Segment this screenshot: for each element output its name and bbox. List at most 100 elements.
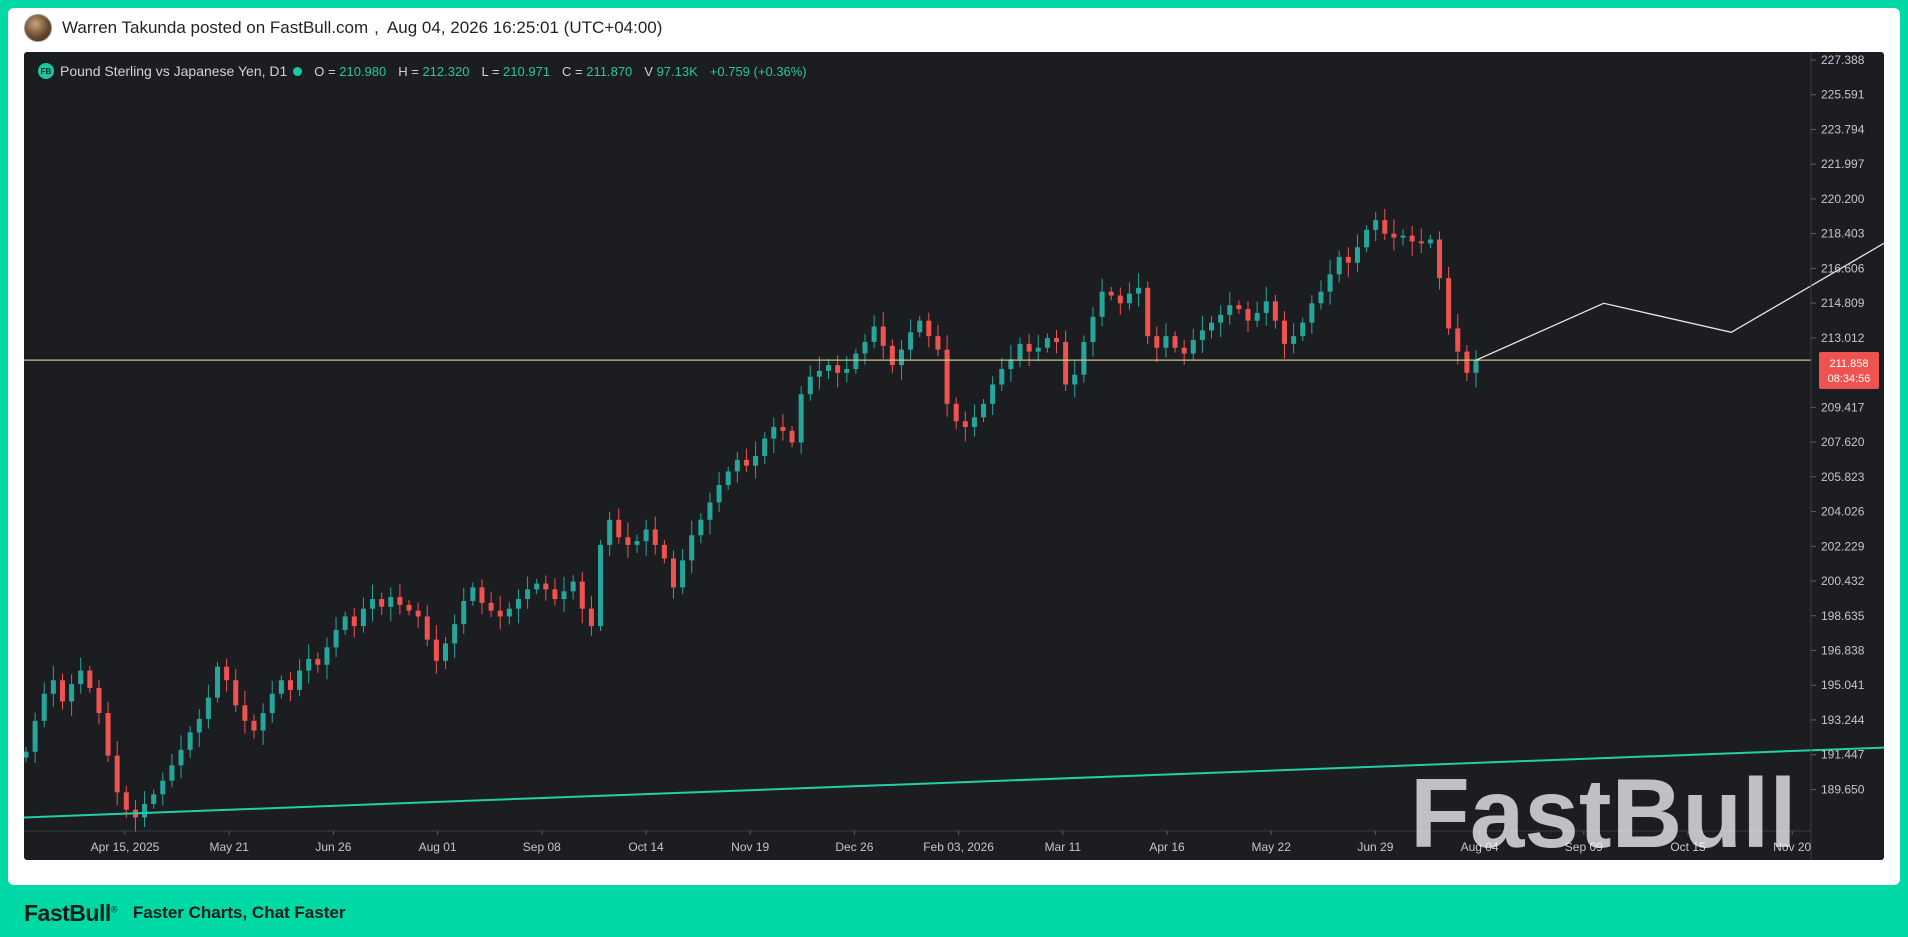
candle-body <box>1026 343 1032 352</box>
time-tick-label: Nov 19 <box>731 840 769 854</box>
author-avatar[interactable] <box>24 14 52 42</box>
price-tick-label: 189.650 <box>1821 782 1865 796</box>
candle-body <box>479 587 485 603</box>
price-tick-label: 225.591 <box>1821 88 1865 102</box>
price-tick-label: 223.794 <box>1821 122 1865 136</box>
candle-body <box>917 320 923 333</box>
candle-body <box>588 608 594 627</box>
candle-body <box>1245 309 1251 321</box>
price-tick-label: 205.823 <box>1821 470 1865 484</box>
candle-body <box>807 376 813 395</box>
price-tick-label: 227.388 <box>1821 53 1865 67</box>
candle-body <box>598 544 604 627</box>
candle-body <box>1218 314 1224 323</box>
footer-tagline: Faster Charts, Chat Faster <box>132 903 346 922</box>
candle-body <box>862 341 868 354</box>
candle-body <box>1117 295 1123 304</box>
candle-body <box>953 403 959 422</box>
candle-body <box>762 438 768 456</box>
candle-body <box>297 670 303 690</box>
candle-body <box>488 602 494 611</box>
candle-body <box>1090 316 1096 342</box>
candle-body <box>315 658 321 665</box>
candle-body <box>1053 338 1060 342</box>
candle-body <box>178 749 184 766</box>
time-tick-label: Jun 29 <box>1357 840 1393 854</box>
candle-body <box>1072 374 1078 385</box>
post-header: Warren Takunda posted on FastBull.com , … <box>24 14 662 42</box>
last-price-tag: 211.858 08:34:56 <box>1819 352 1879 389</box>
candle-body <box>452 624 458 644</box>
candle-body <box>1455 328 1461 352</box>
candle-body <box>643 529 649 542</box>
price-tick-label: 221.997 <box>1821 157 1865 171</box>
candle-body <box>680 560 686 588</box>
price-tick-label: 207.620 <box>1821 435 1865 449</box>
price-tick-label: 196.838 <box>1821 643 1865 657</box>
candle-body <box>1190 340 1196 354</box>
candle-body <box>1409 235 1415 242</box>
candle-body <box>251 720 257 731</box>
time-tick-label: Apr 15, 2025 <box>91 840 160 854</box>
candle-body <box>935 336 941 350</box>
candle-body <box>1008 359 1014 370</box>
time-tick-label: Aug 01 <box>419 840 457 854</box>
candle-body <box>269 693 275 714</box>
candle-body <box>835 365 841 373</box>
candle-body <box>926 320 932 337</box>
price-tick-label: 213.012 <box>1821 331 1865 345</box>
support-trendline[interactable] <box>24 303 1884 819</box>
candle-body <box>506 608 512 617</box>
candle-body <box>59 680 65 702</box>
candle-body <box>707 502 713 520</box>
candle-body <box>1209 322 1215 331</box>
candle-body <box>871 326 877 342</box>
candle-body <box>798 394 804 443</box>
candle-body <box>1364 229 1370 248</box>
candle-body <box>224 666 230 681</box>
candle-body <box>1163 336 1169 348</box>
price-tick-label: 193.244 <box>1821 713 1865 727</box>
candle-body <box>351 616 357 627</box>
candle-body <box>789 430 795 443</box>
ohlc-low: L = 210.971 <box>481 63 551 79</box>
candle-body <box>853 353 859 370</box>
price-chart[interactable]: 227.388 225.591 223.794 221.997 220.200 218.4… <box>24 52 1884 860</box>
fastbull-watermark: FastBull <box>1410 758 1797 860</box>
candle-body <box>1327 274 1333 292</box>
candle-body <box>661 544 667 559</box>
price-tick-label: 220.200 <box>1821 192 1865 206</box>
candle-body <box>990 384 996 404</box>
candle-body <box>1391 233 1397 238</box>
author-line[interactable]: Warren Takunda posted on FastBull.com <box>62 18 368 38</box>
price-tag-countdown: 08:34:56 <box>1828 373 1871 385</box>
price-tick-label: 214.809 <box>1821 296 1865 310</box>
candle-body <box>260 713 266 731</box>
candle-body <box>816 370 822 377</box>
time-tick-label: Feb 03, 2026 <box>923 840 994 854</box>
time-tick-label: May 21 <box>210 840 250 854</box>
candle-body <box>880 326 886 346</box>
candle-body <box>1427 239 1433 244</box>
price-tick-label: 200.432 <box>1821 574 1865 588</box>
candle-body <box>497 610 503 617</box>
chart-panel[interactable]: 227.388 225.591 223.794 221.997 220.200 218.4… <box>24 52 1884 860</box>
candle-body <box>1181 347 1187 354</box>
candle-body <box>96 687 102 714</box>
price-tick-label: 202.229 <box>1821 539 1865 553</box>
fastbull-logo[interactable]: FastBull® <box>24 900 117 927</box>
candle-body <box>196 718 202 733</box>
price-change: +0.759 (+0.36%) <box>709 63 807 79</box>
candle-body <box>625 537 631 545</box>
candle-body <box>105 713 111 756</box>
candle-body <box>24 751 29 758</box>
symbol-name[interactable]: Pound Sterling vs Japanese Yen, D1 <box>60 63 287 79</box>
candle-body <box>342 616 348 630</box>
candle-body <box>652 529 658 545</box>
candle-body <box>743 459 749 466</box>
candle-body <box>233 680 239 706</box>
candle-body <box>525 589 531 600</box>
candle-body <box>826 365 832 371</box>
ohlc-close: C = 211.870 <box>562 63 633 79</box>
candle-body <box>187 732 193 750</box>
